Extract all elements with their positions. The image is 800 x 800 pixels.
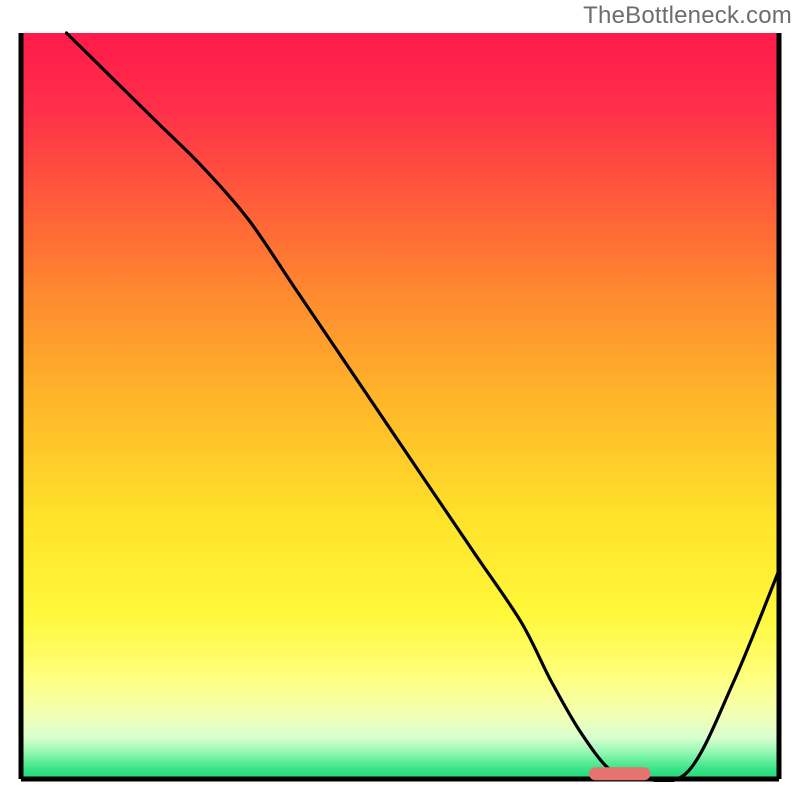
- chart-stage: TheBottleneck.com: [0, 0, 800, 800]
- watermark-text: TheBottleneck.com: [583, 2, 792, 30]
- gradient-rect: [21, 33, 779, 779]
- plot-area: [18, 30, 782, 782]
- plot-svg: [18, 30, 782, 782]
- optimal-range-marker: [590, 768, 651, 780]
